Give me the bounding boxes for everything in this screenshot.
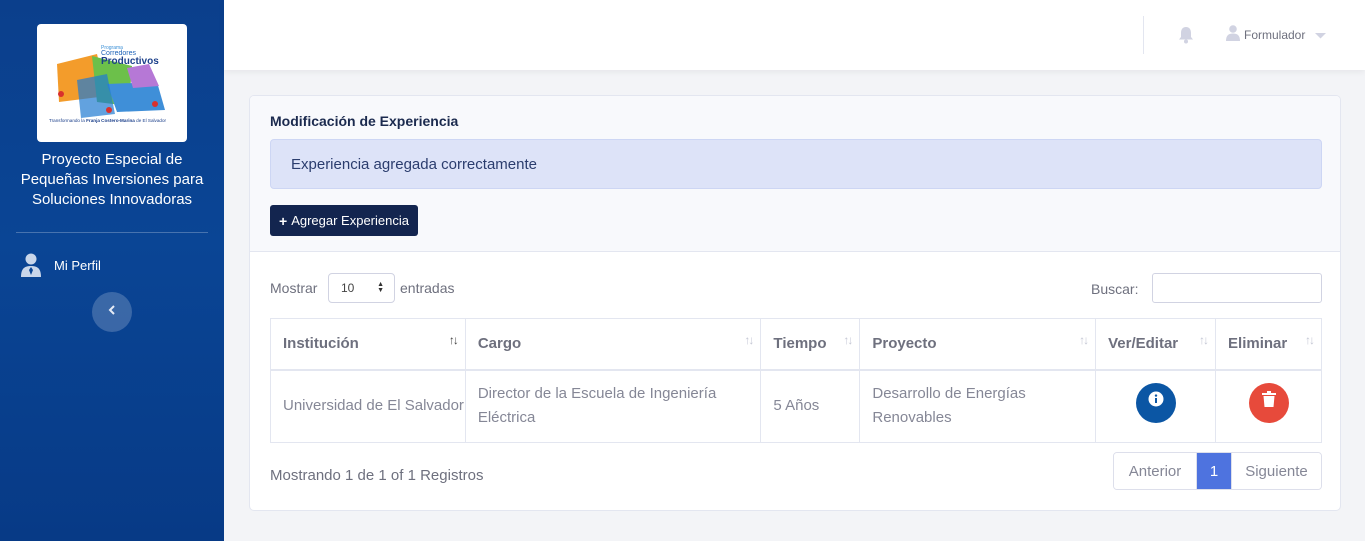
bell-icon[interactable] [1178, 26, 1194, 44]
sort-icon: ↑↓ [1305, 333, 1315, 347]
topbar: Formulador [224, 0, 1365, 70]
brand-line: Soluciones Innovadoras [31, 191, 193, 208]
search-label: Buscar: [1091, 281, 1139, 297]
cell-tiempo: 5 Años [760, 369, 861, 443]
column-header-tiempo[interactable]: Tiempo ↑↓ [760, 318, 861, 371]
column-label: Tiempo [773, 335, 827, 353]
pagination-prev-button[interactable]: Anterior [1114, 453, 1197, 489]
search-input[interactable] [1152, 273, 1322, 303]
plus-icon: + [279, 212, 288, 229]
sidebar: Programa Corredores Productivos Transfor… [0, 0, 224, 541]
card-header: Modificación de Experiencia Experiencia … [250, 96, 1340, 252]
cell-eliminar [1215, 369, 1322, 443]
sort-icon: ↑↓ [448, 333, 459, 347]
pagination-next-button[interactable]: Siguiente [1231, 453, 1321, 489]
sidebar-item-mi-perfil[interactable]: Mi Perfil [18, 250, 101, 280]
page-size-value: 10 [341, 281, 355, 295]
cell-cargo: Director de la Escuela de Ingeniería Elé… [464, 369, 762, 443]
brand-title: Proyecto Especial de Pequeñas Inversione… [0, 150, 224, 210]
cell-institucion: Universidad de El Salvador [270, 369, 466, 443]
column-header-institucion[interactable]: Institución ↑↓ [270, 318, 466, 371]
column-label: Eliminar [1228, 335, 1288, 353]
table-info: Mostrando 1 de 1 of 1 Registros [270, 467, 484, 484]
cell-proyecto: Desarrollo de Energías Renovables [859, 369, 1097, 443]
column-label: Ver/Editar [1108, 335, 1179, 353]
pagination: Anterior 1 Siguiente [1113, 452, 1322, 490]
cell-ver-editar [1095, 369, 1217, 443]
table-header-row: Institución ↑↓ Cargo ↑↓ Tiempo ↑↓ Proyecto ↑… [270, 318, 1322, 371]
show-label: Mostrar [270, 280, 318, 296]
experience-card: Modificación de Experiencia Experiencia … [249, 95, 1341, 511]
column-label: Proyecto [872, 335, 937, 353]
pagination-page-button[interactable]: 1 [1197, 453, 1231, 489]
sidebar-divider [16, 232, 208, 233]
alert-text: Experiencia agregada correctamente [291, 155, 537, 173]
view-edit-button[interactable] [1135, 383, 1176, 424]
user-tie-icon [18, 252, 44, 278]
column-label: Institución [283, 335, 359, 353]
brand-line: Proyecto Especial de [41, 151, 183, 168]
column-header-ver-editar[interactable]: Ver/Editar ↑↓ [1095, 318, 1217, 371]
svg-text:Transformando la Franja Coster: Transformando la Franja Costero-Marina d… [49, 118, 166, 123]
column-header-eliminar[interactable]: Eliminar ↑↓ [1215, 318, 1322, 371]
chevron-left-icon [107, 303, 117, 321]
success-alert: Experiencia agregada correctamente [270, 139, 1322, 189]
sidebar-toggle-button[interactable] [92, 292, 132, 332]
experience-table: Institución ↑↓ Cargo ↑↓ Tiempo ↑↓ Proyecto ↑… [270, 318, 1322, 443]
sort-icon: ↑↓ [1079, 333, 1089, 347]
sort-icon: ↑↓ [1199, 333, 1209, 347]
column-header-proyecto[interactable]: Proyecto ↑↓ [859, 318, 1097, 371]
caret-down-icon [1315, 26, 1327, 44]
program-logo[interactable]: Programa Corredores Productivos Transfor… [37, 24, 187, 142]
add-experience-button[interactable]: + Agregar Experiencia [270, 205, 418, 236]
select-arrows-icon: ▲ ▼ [377, 281, 384, 294]
logo-graphic: Programa Corredores Productivos Transfor… [49, 45, 166, 123]
column-header-cargo[interactable]: Cargo ↑↓ [464, 318, 762, 371]
page-size-select[interactable]: 10 ▲ ▼ [328, 273, 395, 303]
delete-button[interactable] [1248, 383, 1289, 424]
add-experience-label: Agregar Experiencia [291, 213, 409, 228]
user-icon [1226, 24, 1240, 46]
entries-label: entradas [400, 280, 455, 296]
trash-icon [1261, 391, 1276, 415]
card-title: Modificación de Experiencia [270, 113, 459, 129]
user-name: Formulador [1244, 28, 1306, 42]
sort-icon: ↑↓ [843, 333, 853, 347]
brand-line: Pequeñas Inversiones para [20, 171, 204, 188]
topbar-divider [1143, 16, 1144, 54]
user-menu[interactable]: Formulador [1226, 24, 1327, 46]
info-icon [1148, 391, 1164, 415]
column-label: Cargo [477, 335, 522, 353]
svg-text:Productivos: Productivos [101, 56, 159, 67]
table-row: Universidad de El Salvador Director de l… [270, 369, 1322, 443]
sidebar-item-label: Mi Perfil [54, 257, 101, 273]
sort-icon: ↑↓ [744, 333, 754, 347]
